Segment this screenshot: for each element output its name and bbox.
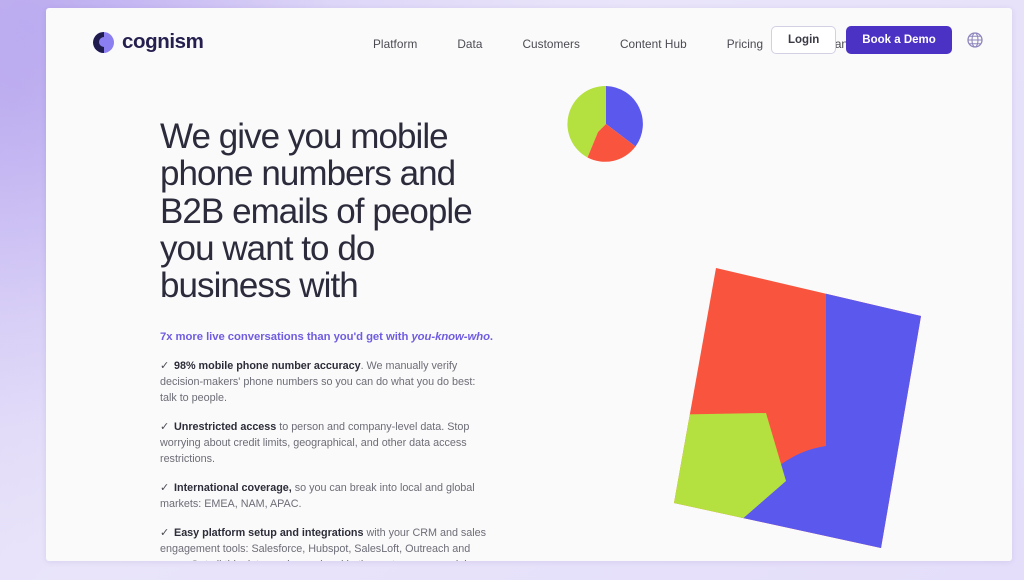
subheadline-prefix: 7x more live conversations than you'd ge… [160,331,412,344]
book-a-demo-button[interactable]: Book a Demo [846,26,952,54]
subheadline-italic: you-know-who [411,331,490,344]
bullet-bold-text: Unrestricted access [174,421,277,434]
login-button[interactable]: Login [771,26,837,54]
nav-link-customers[interactable]: Customers [502,37,599,51]
check-icon: ✓ [160,527,170,540]
list-item: ✓ International coverage, so you can bre… [160,481,492,512]
list-item: ✓ 98% mobile phone number accuracy. We m… [160,359,492,406]
abstract-block-illustration [674,268,921,548]
bullet-bold-text: Easy platform setup and integrations [174,527,364,540]
nav-link-platform[interactable]: Platform [353,37,437,51]
bullet-bold-text: International coverage, [174,482,292,495]
nav-link-data[interactable]: Data [437,37,502,51]
list-item: ✓ Unrestricted access to person and comp… [160,420,492,467]
page-title: We give you mobile phone numbers and B2B… [160,117,473,306]
list-item: ✓ Easy platform setup and integrations w… [160,526,492,561]
cognism-circle-logo-icon [93,31,114,53]
bullet-bold-text: 98% mobile phone number accuracy [174,360,361,373]
nav-actions: Login Book a Demo [771,26,983,54]
pie-chart-illustration [567,85,643,162]
check-icon: ✓ [160,360,170,373]
hero-content: We give you mobile phone numbers and B2B… [160,118,510,561]
globe-icon[interactable] [967,32,983,48]
nav-link-content-hub[interactable]: Content Hub [600,37,707,51]
check-icon: ✓ [160,421,170,434]
webpage-viewport: cognism Platform Data Customers Content … [46,8,1012,561]
subheadline-suffix: . [489,331,494,344]
brand-logo[interactable]: cognism [93,30,204,54]
check-icon: ✓ [160,482,170,495]
hero-bullet-list: ✓ 98% mobile phone number accuracy. We m… [160,359,510,561]
hero-subheadline: 7x more live conversations than you'd ge… [160,331,510,343]
brand-logo-text: cognism [122,30,204,53]
site-navbar: cognism Platform Data Customers Content … [46,8,1012,74]
